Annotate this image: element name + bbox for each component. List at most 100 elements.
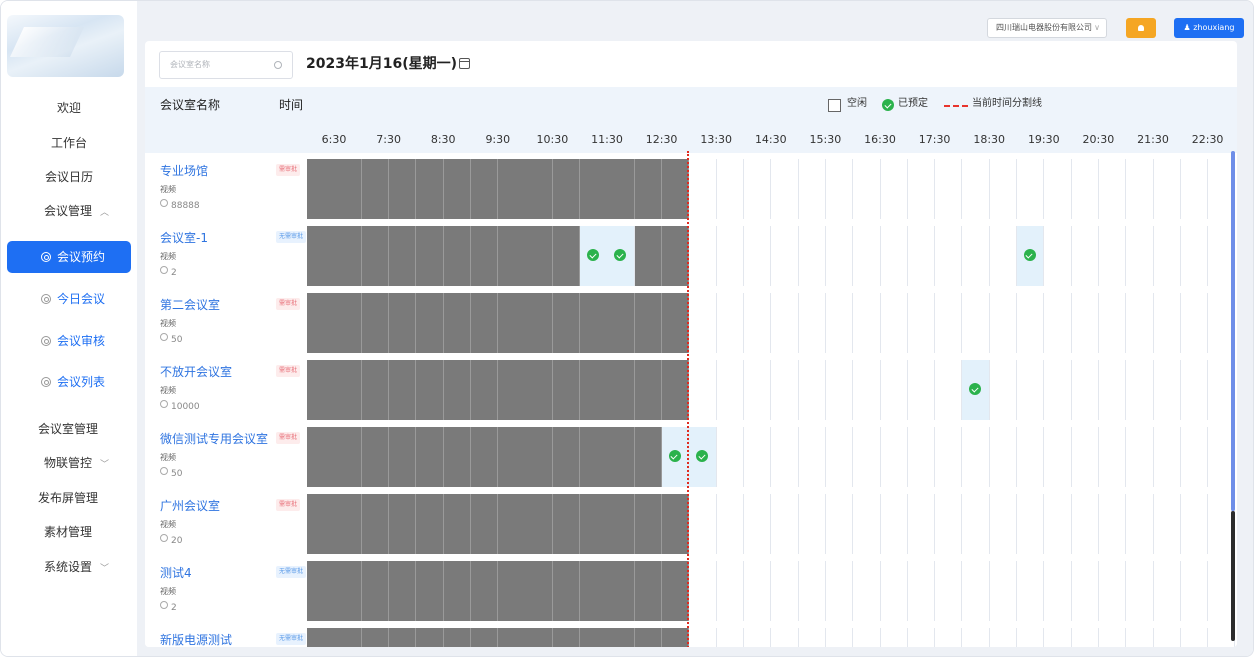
company-select[interactable]: 四川瑞山电器股份有限公司 ∨ [987,18,1107,38]
free-slot[interactable] [1181,159,1209,219]
free-slot[interactable] [935,628,963,647]
free-slot[interactable] [689,494,717,554]
room-name[interactable]: 微信测试专用会议室 [160,431,268,447]
free-slot[interactable] [908,293,936,353]
free-slot[interactable] [1181,293,1209,353]
free-slot[interactable] [717,159,745,219]
room-info[interactable]: 新版电源测试无需审批视频 [145,628,307,647]
free-slot[interactable] [1071,628,1099,647]
sidebar-item-review[interactable]: 会议审核 [1,331,137,351]
room-search-input[interactable]: 会议室名称 [159,51,293,79]
free-slot[interactable] [771,360,799,420]
free-slot[interactable] [853,561,881,621]
free-slot[interactable] [853,628,881,647]
free-slot[interactable] [853,226,881,286]
vertical-scrollbar[interactable] [1231,151,1235,641]
booked-slot[interactable] [580,226,608,286]
free-slot[interactable] [935,293,963,353]
free-slot[interactable] [826,628,854,647]
free-slot[interactable] [717,360,745,420]
free-slot[interactable] [1181,628,1209,647]
free-slot[interactable] [1099,628,1127,647]
free-slot[interactable] [908,494,936,554]
free-slot[interactable] [962,226,990,286]
free-slot[interactable] [962,561,990,621]
free-slot[interactable] [1044,159,1072,219]
free-slot[interactable] [744,226,772,286]
sidebar-item-welcome[interactable]: 欢迎 [1,98,137,118]
free-slot[interactable] [853,293,881,353]
free-slot[interactable] [1126,226,1154,286]
booked-slot[interactable] [689,427,717,487]
free-slot[interactable] [1099,561,1127,621]
free-slot[interactable] [826,226,854,286]
sidebar-item-workbench[interactable]: 工作台 [1,133,137,153]
free-slot[interactable] [908,628,936,647]
free-slot[interactable] [1071,360,1099,420]
sidebar-item-screens[interactable]: 发布屏管理 [1,488,137,508]
free-slot[interactable] [853,159,881,219]
free-slot[interactable] [990,628,1018,647]
free-slot[interactable] [1099,494,1127,554]
free-slot[interactable] [908,561,936,621]
sidebar-item-meeting-manage[interactable]: 会议管理 ︿ [1,201,137,223]
free-slot[interactable] [1181,494,1209,554]
free-slot[interactable] [1071,226,1099,286]
free-slot[interactable] [908,360,936,420]
free-slot[interactable] [880,561,908,621]
free-slot[interactable] [1181,561,1209,621]
sidebar-item-today[interactable]: 今日会议 [1,289,137,309]
sidebar-item-settings[interactable]: 系统设置 ﹀ [1,557,137,579]
free-slot[interactable] [798,494,826,554]
free-slot[interactable] [1099,293,1127,353]
free-slot[interactable] [798,561,826,621]
free-slot[interactable] [880,360,908,420]
free-slot[interactable] [1126,427,1154,487]
room-name[interactable]: 会议室-1 [160,230,208,246]
room-info[interactable]: 测试4 无需审批 视频 2 [145,561,307,621]
free-slot[interactable] [717,561,745,621]
free-slot[interactable] [1071,293,1099,353]
free-slot[interactable] [990,293,1018,353]
free-slot[interactable] [1071,561,1099,621]
free-slot[interactable] [880,226,908,286]
free-slot[interactable] [1017,561,1045,621]
free-slot[interactable] [1153,159,1181,219]
free-slot[interactable] [771,159,799,219]
free-slot[interactable] [1017,427,1045,487]
free-slot[interactable] [689,360,717,420]
free-slot[interactable] [1153,628,1181,647]
free-slot[interactable] [935,561,963,621]
room-name[interactable]: 新版电源测试 [160,632,232,647]
free-slot[interactable] [1017,494,1045,554]
room-info[interactable]: 专业场馆 需审批 视频 88888 [145,159,307,219]
free-slot[interactable] [826,159,854,219]
free-slot[interactable] [990,494,1018,554]
free-slot[interactable] [1126,561,1154,621]
room-info[interactable]: 会议室-1 无需审批 视频 2 [145,226,307,286]
free-slot[interactable] [1044,561,1072,621]
scrollbar-thumb[interactable] [1231,151,1235,511]
free-slot[interactable] [798,427,826,487]
free-slot[interactable] [962,427,990,487]
free-slot[interactable] [1099,226,1127,286]
free-slot[interactable] [798,293,826,353]
free-slot[interactable] [1153,293,1181,353]
free-slot[interactable] [1044,427,1072,487]
free-slot[interactable] [689,226,717,286]
free-slot[interactable] [1153,427,1181,487]
free-slot[interactable] [744,628,772,647]
free-slot[interactable] [1181,226,1209,286]
free-slot[interactable] [744,427,772,487]
free-slot[interactable] [880,159,908,219]
free-slot[interactable] [1153,494,1181,554]
free-slot[interactable] [1099,360,1127,420]
booked-slot[interactable] [962,360,990,420]
sidebar-item-list[interactable]: 会议列表 [1,372,137,392]
free-slot[interactable] [962,293,990,353]
free-slot[interactable] [1071,159,1099,219]
free-slot[interactable] [771,494,799,554]
free-slot[interactable] [1099,427,1127,487]
free-slot[interactable] [826,360,854,420]
user-button[interactable]: ♟ zhouxiang [1174,18,1244,38]
